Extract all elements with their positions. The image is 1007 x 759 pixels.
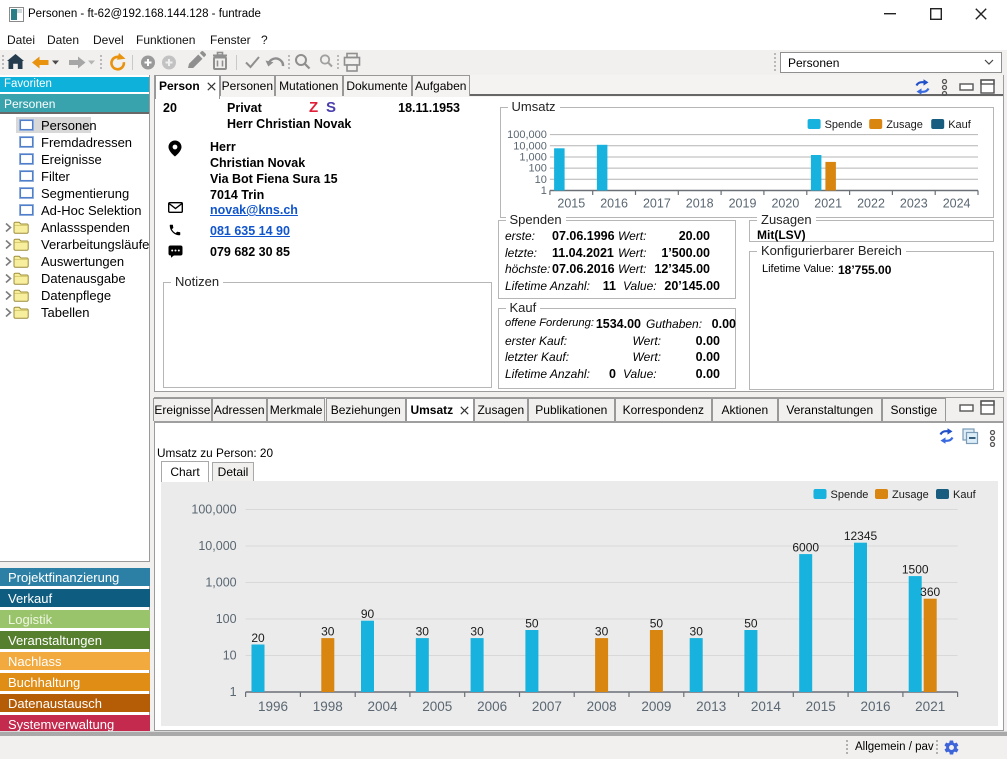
svg-text:2013: 2013: [696, 699, 726, 714]
svg-text:50: 50: [744, 617, 758, 631]
svg-text:100: 100: [216, 612, 237, 626]
svg-text:2014: 2014: [751, 699, 782, 714]
svg-text:2015: 2015: [557, 196, 585, 210]
svg-text:2021: 2021: [915, 699, 945, 714]
svg-text:30: 30: [470, 625, 484, 639]
svg-text:50: 50: [650, 617, 664, 631]
svg-text:2015: 2015: [806, 699, 836, 714]
svg-text:30: 30: [416, 625, 430, 639]
svg-text:30: 30: [690, 625, 704, 639]
svg-text:10: 10: [534, 174, 546, 186]
svg-text:30: 30: [595, 625, 609, 639]
svg-text:2021: 2021: [814, 196, 842, 210]
svg-text:Spende: Spende: [831, 489, 869, 501]
svg-text:90: 90: [361, 607, 375, 621]
svg-text:100,000: 100,000: [507, 129, 547, 141]
svg-text:2008: 2008: [587, 699, 617, 714]
svg-text:1,000: 1,000: [205, 576, 236, 590]
svg-text:1996: 1996: [258, 699, 288, 714]
svg-text:100,000: 100,000: [191, 503, 236, 517]
svg-text:Spende: Spende: [824, 119, 862, 131]
svg-text:2004: 2004: [367, 699, 398, 714]
svg-text:2018: 2018: [685, 196, 713, 210]
svg-text:50: 50: [525, 617, 539, 631]
svg-text:2023: 2023: [899, 196, 927, 210]
svg-text:2006: 2006: [477, 699, 507, 714]
svg-text:30: 30: [321, 625, 335, 639]
svg-text:1500: 1500: [902, 563, 929, 577]
svg-text:2007: 2007: [532, 699, 562, 714]
svg-text:Zusage: Zusage: [886, 119, 923, 131]
svg-text:Kauf: Kauf: [953, 489, 977, 501]
svg-text:2016: 2016: [600, 196, 628, 210]
svg-text:12345: 12345: [844, 529, 878, 543]
svg-text:2016: 2016: [860, 699, 890, 714]
svg-text:2024: 2024: [942, 196, 970, 210]
svg-text:2005: 2005: [422, 699, 452, 714]
svg-text:2019: 2019: [728, 196, 756, 210]
svg-text:20: 20: [251, 631, 265, 645]
svg-text:360: 360: [920, 585, 940, 599]
svg-text:2020: 2020: [771, 196, 799, 210]
svg-text:1: 1: [230, 685, 237, 699]
svg-text:2022: 2022: [857, 196, 885, 210]
svg-text:10,000: 10,000: [198, 539, 236, 553]
svg-text:100: 100: [528, 163, 546, 175]
svg-text:Kauf: Kauf: [948, 119, 972, 131]
svg-text:10,000: 10,000: [513, 140, 547, 152]
svg-text:2017: 2017: [642, 196, 670, 210]
svg-text:2009: 2009: [641, 699, 671, 714]
svg-text:Zusage: Zusage: [892, 489, 929, 501]
svg-text:1,000: 1,000: [519, 152, 547, 164]
svg-text:10: 10: [223, 649, 237, 663]
svg-text:1: 1: [540, 185, 546, 197]
svg-text:6000: 6000: [792, 541, 819, 555]
svg-text:1998: 1998: [313, 699, 343, 714]
